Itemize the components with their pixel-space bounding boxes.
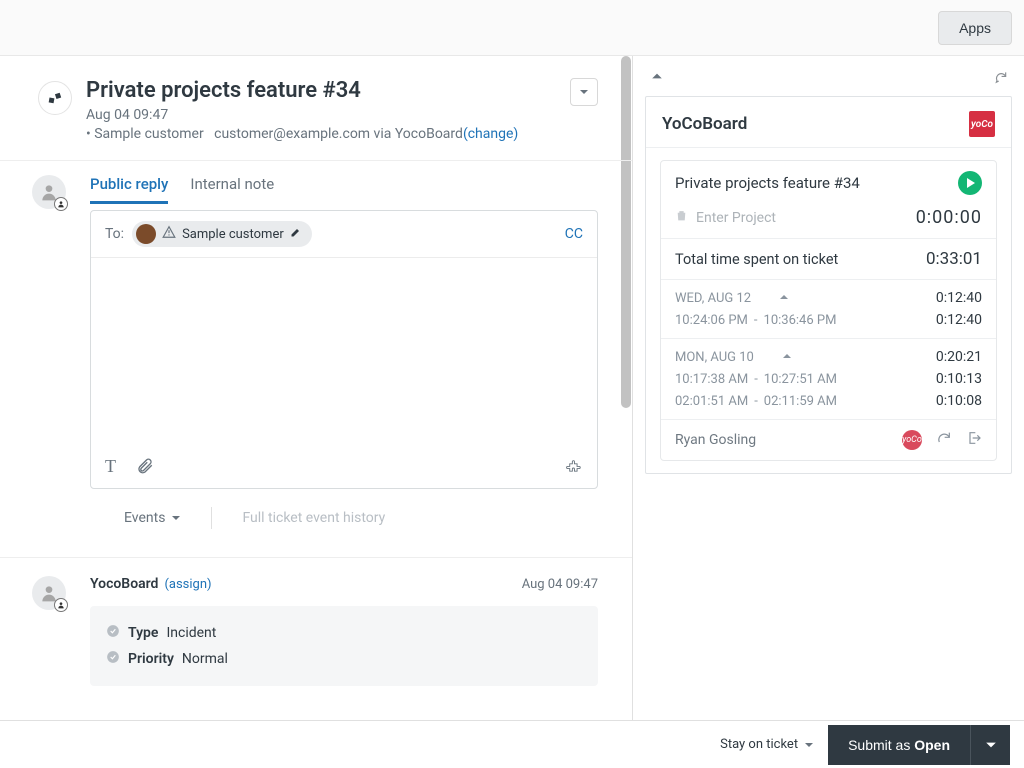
agent-avatar: [32, 175, 66, 209]
agent-badge-icon: [54, 197, 68, 211]
day-total: 0:20:21: [936, 349, 982, 365]
day-total: 0:12:40: [936, 290, 982, 306]
comment-badge-icon: [54, 598, 68, 612]
timer-display: 0:00:00: [916, 207, 982, 228]
comment-body: Type Incident Priority Normal: [90, 606, 598, 686]
reply-box: To: Sample customer CC T: [90, 210, 598, 489]
start-timer-button[interactable]: [958, 171, 982, 195]
recipient-name: Sample customer: [182, 227, 284, 242]
apps-button[interactable]: Apps: [938, 11, 1012, 45]
tab-public-reply[interactable]: Public reply: [90, 175, 168, 204]
ticket-type-icon: [38, 81, 72, 115]
total-time-label: Total time spent on ticket: [675, 251, 838, 268]
refresh-icon[interactable]: [936, 430, 952, 446]
footer-bar: Stay on ticket Submit as Open: [0, 720, 1024, 768]
project-icon: [675, 209, 696, 226]
comment-author: YocoBoard: [90, 576, 158, 592]
task-card: Private projects feature #34 Enter Proje…: [660, 160, 997, 461]
reply-textarea[interactable]: [91, 258, 597, 444]
topbar: Apps: [0, 0, 1024, 56]
attachment-icon[interactable]: [136, 457, 154, 475]
extension-icon[interactable]: [565, 457, 583, 475]
change-requester-link[interactable]: (change): [463, 126, 518, 142]
assign-link[interactable]: (assign): [164, 577, 211, 592]
refresh-apps-icon[interactable]: [994, 70, 1008, 88]
day-label: WED, AUG 12: [675, 291, 751, 306]
yocoboard-logo: yoCo: [969, 111, 995, 137]
recipient-pill[interactable]: Sample customer: [132, 221, 312, 247]
ticket-header: Private projects feature #34 Aug 04 09:4…: [0, 56, 632, 161]
panel-title: YoCoBoard: [662, 114, 747, 134]
task-title: Private projects feature #34: [675, 174, 860, 192]
comment-time: Aug 04 09:47: [522, 577, 598, 592]
text-format-icon[interactable]: T: [105, 456, 116, 477]
time-entry: 10:17:38 AM-10:27:51 AM0:10:13: [675, 365, 982, 387]
comment: YocoBoard (assign) Aug 04 09:47 Type Inc…: [0, 557, 632, 704]
day-block: WED, AUG 12 0:12:4010:24:06 PM-10:36:46 P…: [661, 279, 996, 338]
submit-dropdown[interactable]: [970, 725, 1010, 765]
ticket-requester: • Sample customer customer@example.com v…: [86, 126, 518, 142]
warning-icon: [162, 225, 176, 243]
check-icon: [106, 650, 120, 668]
stay-on-ticket-dropdown[interactable]: Stay on ticket: [720, 737, 814, 752]
time-entry: 10:24:06 PM-10:36:46 PM0:12:40: [675, 306, 982, 328]
check-icon: [106, 624, 120, 642]
comment-avatar: [32, 576, 66, 610]
recipient-avatar: [136, 224, 156, 244]
edit-recipient-icon[interactable]: [290, 226, 302, 242]
yoco-badge-icon[interactable]: yoCo: [902, 430, 922, 450]
ticket-timestamp: Aug 04 09:47: [86, 107, 518, 123]
ticket-options-dropdown[interactable]: [570, 78, 598, 106]
submit-button[interactable]: Submit as Open: [828, 725, 970, 765]
yocoboard-panel: YoCoBoard yoCo Private projects feature …: [645, 96, 1012, 474]
collapse-day-icon[interactable]: [782, 350, 792, 365]
to-label: To:: [105, 226, 124, 242]
panel-user: Ryan Gosling: [675, 432, 756, 448]
total-time-value: 0:33:01: [926, 249, 982, 269]
day-block: MON, AUG 10 0:20:2110:17:38 AM-10:27:51 A…: [661, 338, 996, 419]
event-history-link[interactable]: Full ticket event history: [242, 510, 385, 526]
collapse-panel-icon[interactable]: [651, 70, 663, 86]
project-input[interactable]: Enter Project: [696, 210, 776, 226]
tab-internal-note[interactable]: Internal note: [190, 175, 274, 204]
reply-tabs: Public reply Internal note: [90, 175, 598, 204]
cc-button[interactable]: CC: [565, 226, 583, 242]
logout-icon[interactable]: [966, 430, 982, 446]
ticket-title: Private projects feature #34: [86, 78, 518, 103]
day-label: MON, AUG 10: [675, 350, 754, 365]
time-entry: 02:01:51 AM-02:11:59 AM0:10:08: [675, 387, 982, 409]
collapse-day-icon[interactable]: [779, 291, 789, 306]
events-dropdown[interactable]: Events: [124, 510, 181, 526]
